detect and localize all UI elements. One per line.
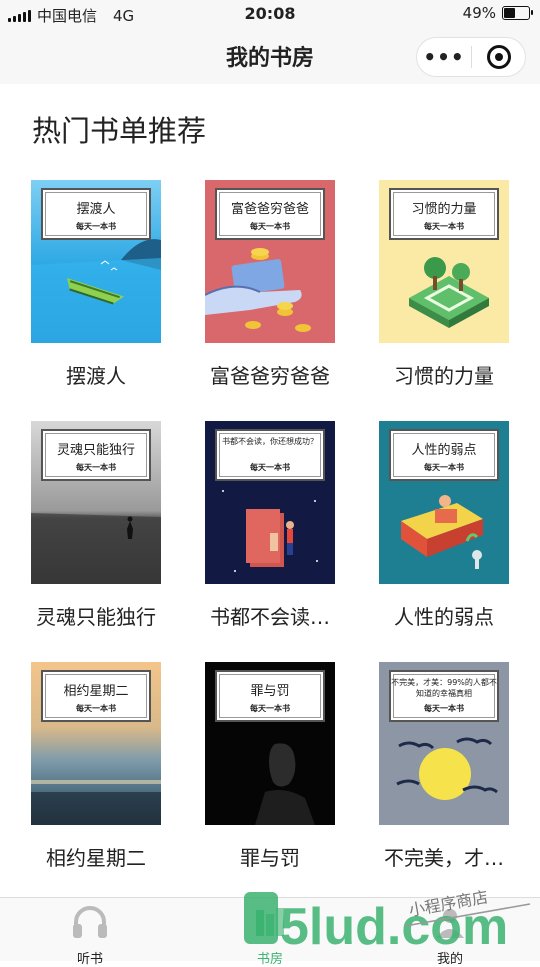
cover-label: 富爸爸穷爸爸 每天一本书 bbox=[215, 188, 325, 240]
cover-label: 人性的弱点 每天一本书 bbox=[389, 429, 499, 481]
cover-subtitle: 每天一本书 bbox=[424, 463, 464, 472]
book-cover: 相约星期二 每天一本书 bbox=[31, 662, 161, 825]
book-cover: 不完美，才美：99%的人都不知道的幸福真相 每天一本书 bbox=[379, 662, 509, 825]
cover-subtitle: 每天一本书 bbox=[424, 704, 464, 713]
book-title: 人性的弱点 bbox=[394, 605, 494, 629]
book-title: 富爸爸穷爸爸 bbox=[210, 364, 330, 388]
cover-label: 摆渡人 每天一本书 bbox=[41, 188, 151, 240]
cover-subtitle: 每天一本书 bbox=[76, 463, 116, 472]
book-cover: 习惯的力量 每天一本书 bbox=[379, 180, 509, 343]
tab-label: 听书 bbox=[76, 952, 103, 967]
cover-label: 不完美，才美：99%的人都不知道的幸福真相 每天一本书 bbox=[389, 670, 499, 722]
target-icon[interactable] bbox=[472, 45, 525, 69]
bookshelf-icon bbox=[256, 908, 284, 936]
mini-program-capsule: ••• bbox=[416, 37, 526, 77]
book-cover: 富爸爸穷爸爸 每天一本书 bbox=[205, 180, 335, 343]
user-icon bbox=[436, 909, 464, 938]
cover-label: 灵魂只能独行 每天一本书 bbox=[41, 429, 151, 481]
cover-subtitle: 每天一本书 bbox=[76, 704, 116, 713]
nav-bar: 我的书房 ••• bbox=[0, 28, 540, 84]
cover-title: 相约星期二 bbox=[63, 684, 129, 699]
ellipsis-icon[interactable]: ••• bbox=[417, 38, 471, 76]
cover-label: 书都不会读，你还想成功？ 每天一本书 bbox=[215, 429, 325, 481]
book-title: 摆渡人 bbox=[66, 364, 126, 388]
tab-listen[interactable]: 听书 bbox=[30, 904, 150, 967]
status-bar: 中国电信 4G 20:08 49% bbox=[0, 0, 540, 28]
book-cover: 书都不会读，你还想成功？ 每天一本书 bbox=[205, 421, 335, 584]
book-title: 罪与罚 bbox=[240, 846, 300, 870]
book-cover: 人性的弱点 每天一本书 bbox=[379, 421, 509, 584]
cover-subtitle: 每天一本书 bbox=[250, 222, 290, 231]
cover-title: 人性的弱点 bbox=[411, 443, 477, 458]
book-title: 书都不会读… bbox=[210, 605, 330, 629]
cover-subtitle: 每天一本书 bbox=[250, 463, 290, 472]
book-cover: 灵魂只能独行 每天一本书 bbox=[31, 421, 161, 584]
cover-title: 富爸爸穷爸爸 bbox=[230, 202, 309, 217]
battery-percent: 49% bbox=[462, 4, 496, 22]
cover-label: 罪与罚 每天一本书 bbox=[215, 670, 325, 722]
book-cover: 罪与罚 每天一本书 bbox=[205, 662, 335, 825]
cover-title: 摆渡人 bbox=[76, 202, 116, 217]
cover-title: 不完美，才美：99%的人都不知道的幸福真相 bbox=[391, 678, 497, 698]
cover-title: 罪与罚 bbox=[250, 684, 290, 699]
book-title: 习惯的力量 bbox=[394, 364, 494, 388]
book-title: 灵魂只能独行 bbox=[36, 605, 156, 629]
tab-mine[interactable]: 我的 bbox=[390, 904, 510, 967]
book-title: 相约星期二 bbox=[46, 846, 146, 870]
cover-subtitle: 每天一本书 bbox=[250, 704, 290, 713]
tab-study[interactable]: 书房 bbox=[210, 904, 330, 967]
cover-title: 书都不会读，你还想成功？ bbox=[222, 437, 318, 446]
cover-title: 习惯的力量 bbox=[411, 202, 477, 217]
battery-icon bbox=[502, 6, 533, 20]
tab-label: 我的 bbox=[436, 952, 463, 967]
cover-subtitle: 每天一本书 bbox=[424, 222, 464, 231]
cover-label: 习惯的力量 每天一本书 bbox=[389, 188, 499, 240]
cover-subtitle: 每天一本书 bbox=[76, 222, 116, 231]
cover-title: 灵魂只能独行 bbox=[56, 443, 135, 458]
book-title: 不完美，才… bbox=[384, 846, 504, 870]
status-right: 49% bbox=[462, 4, 533, 22]
section-title: 热门书单推荐 bbox=[32, 114, 207, 148]
tab-label: 书房 bbox=[256, 952, 283, 967]
clock: 20:08 bbox=[244, 4, 296, 23]
tab-bar: 听书 书房 我的 bbox=[0, 897, 540, 967]
cover-label: 相约星期二 每天一本书 bbox=[41, 670, 151, 722]
book-cover: 摆渡人 每天一本书 bbox=[31, 180, 161, 343]
headphones-icon bbox=[73, 906, 107, 938]
